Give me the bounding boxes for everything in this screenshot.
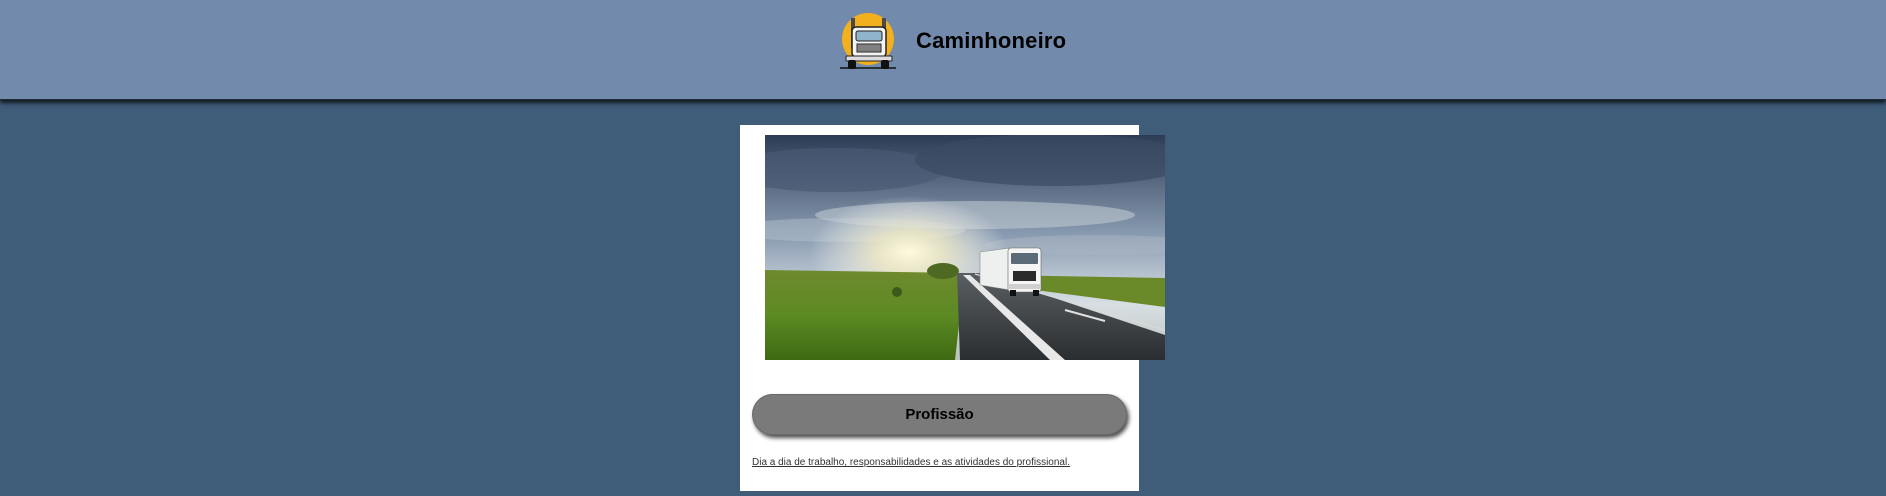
truck-logo-icon: [840, 13, 896, 69]
site-title: Caminhoneiro: [916, 28, 1067, 53]
site-header: Caminhoneiro: [0, 0, 1886, 100]
profession-button[interactable]: Profissão: [752, 394, 1127, 435]
profession-description-link[interactable]: Dia a dia de trabalho, responsabilidades…: [752, 457, 1070, 468]
truck-on-highway-photo: [765, 135, 1165, 360]
